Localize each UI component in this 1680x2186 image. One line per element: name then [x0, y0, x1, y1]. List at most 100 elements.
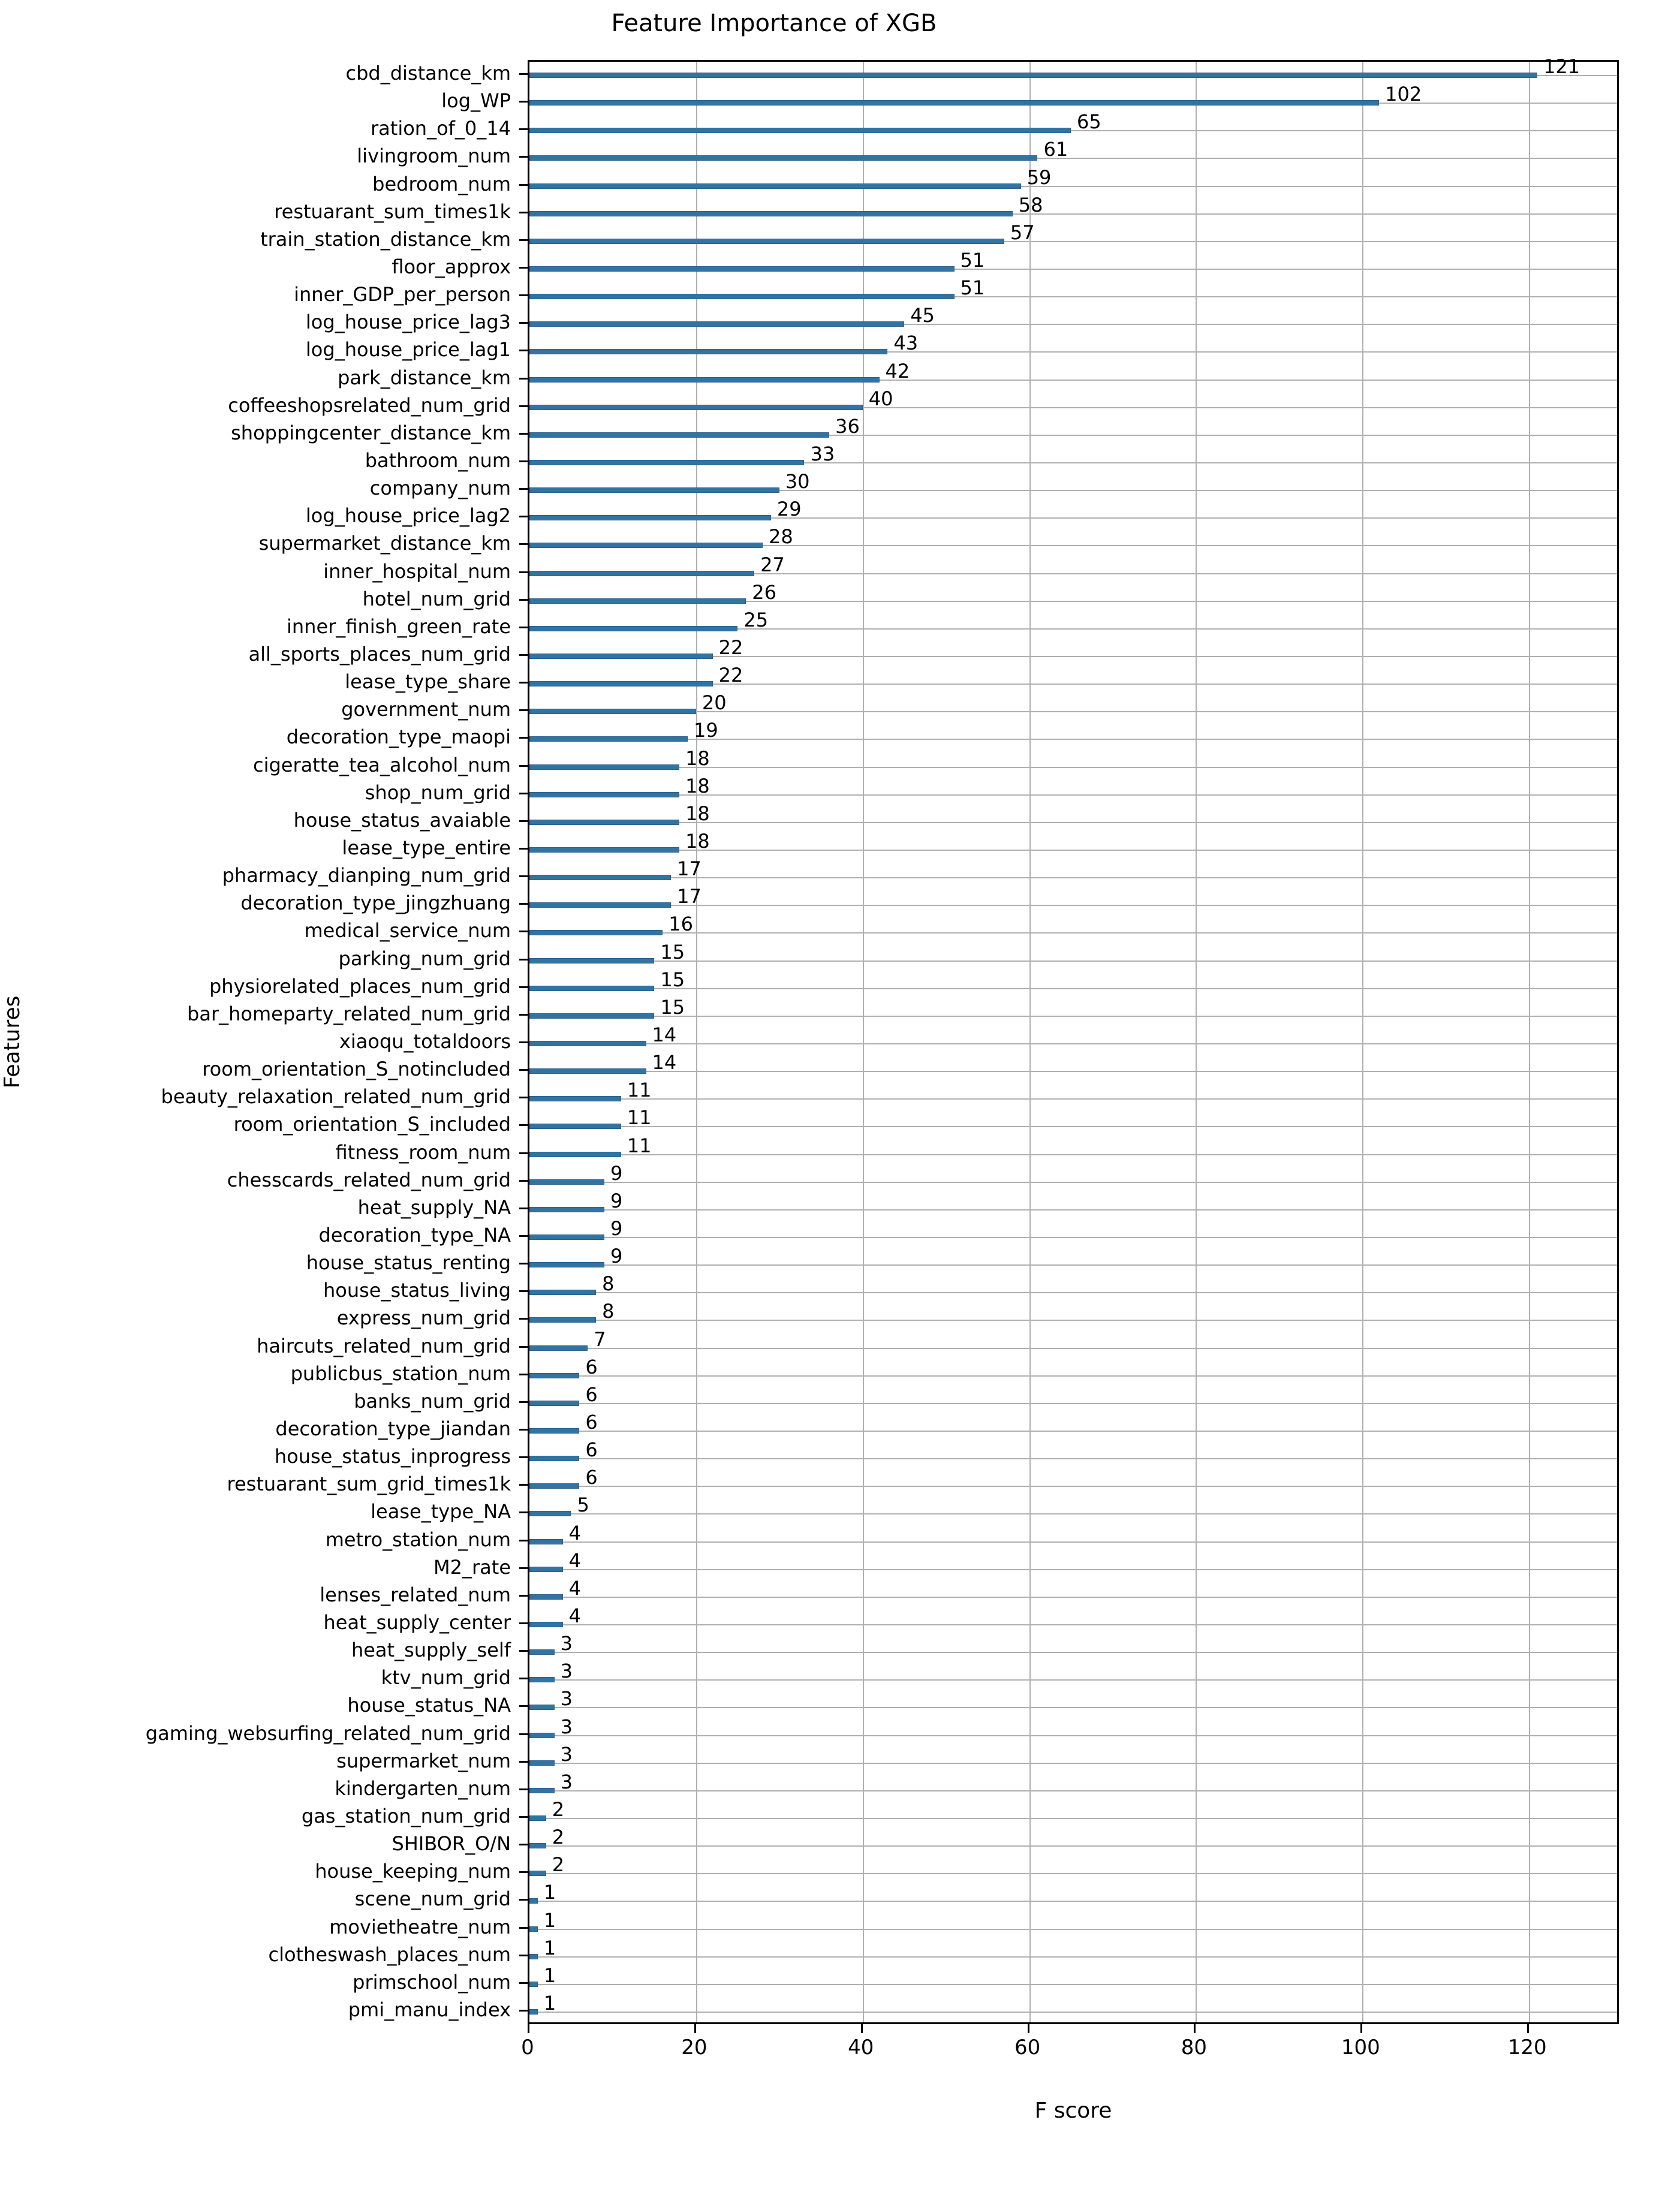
bar	[529, 1594, 563, 1600]
horizontal-gridline	[529, 1873, 1617, 1875]
y-tick-mark	[519, 958, 528, 960]
bar-value-label: 11	[627, 1134, 652, 1157]
y-tick-mark	[519, 1373, 528, 1375]
y-tick-label: gas_station_num_grid	[301, 1804, 511, 1827]
y-tick-mark	[519, 792, 528, 794]
bar-value-label: 18	[685, 774, 710, 797]
y-tick-mark	[519, 1954, 528, 1956]
bar	[529, 1400, 580, 1406]
bar-value-label: 11	[627, 1079, 652, 1102]
y-tick-mark	[519, 1152, 528, 1154]
y-tick-mark	[519, 350, 528, 352]
y-tick-label: log_house_price_lag2	[305, 504, 511, 528]
bar	[529, 128, 1071, 134]
y-tick-mark	[519, 1041, 528, 1043]
bar-value-label: 4	[568, 1604, 581, 1627]
bar	[529, 1953, 538, 1959]
bar-value-label: 6	[585, 1355, 598, 1378]
bar	[529, 1179, 605, 1185]
x-tick-label: 120	[1507, 2036, 1547, 2059]
y-tick-mark	[519, 654, 528, 657]
bar	[529, 625, 738, 631]
y-tick-label: SHIBOR_O/N	[392, 1832, 511, 1856]
horizontal-gridline	[529, 1015, 1617, 1017]
bar	[529, 791, 680, 797]
y-tick-mark	[519, 101, 528, 103]
y-tick-mark	[519, 1871, 528, 1874]
bar	[529, 957, 655, 963]
bar	[529, 73, 1538, 79]
y-tick-label: publicbus_station_num	[290, 1362, 511, 1385]
y-tick-label: livingroom_num	[357, 144, 511, 168]
chart-title-text: Feature Importance of XGB	[611, 10, 937, 37]
bar	[529, 1483, 580, 1489]
bar	[529, 460, 805, 466]
vertical-gridline	[1029, 62, 1031, 2022]
horizontal-gridline	[529, 1375, 1617, 1377]
y-tick-mark	[519, 903, 528, 905]
horizontal-gridline	[529, 1098, 1617, 1100]
bar	[529, 1511, 571, 1517]
y-tick-label: restuarant_sum_times1k	[274, 200, 511, 223]
y-tick-mark	[519, 211, 528, 213]
y-tick-mark	[519, 1844, 528, 1846]
bar	[529, 1898, 538, 1904]
bar	[529, 1124, 621, 1130]
horizontal-gridline	[529, 1541, 1617, 1543]
bar-value-label: 9	[610, 1217, 623, 1240]
y-axis-tick-labels: cbd_distance_km log_WP ration_of_0_14 livin…	[0, 60, 511, 2024]
y-tick-mark	[519, 183, 528, 186]
y-tick-label: supermarket_distance_km	[258, 532, 511, 555]
y-tick-mark	[519, 848, 528, 850]
y-tick-label: room_orientation_S_notincluded	[202, 1058, 511, 1081]
bar	[529, 487, 779, 493]
y-tick-mark	[519, 1678, 528, 1680]
bar	[529, 1151, 621, 1157]
bar-value-label: 9	[610, 1245, 623, 1268]
x-tick-label: 0	[521, 2036, 534, 2059]
bar-value-label: 6	[585, 1383, 598, 1406]
y-tick-label: park_distance_km	[338, 366, 511, 389]
bar-value-label: 1	[543, 1964, 556, 1987]
bar-value-label: 1	[543, 1881, 556, 1904]
y-tick-label: all_sports_places_num_grid	[248, 643, 511, 666]
bar-value-label: 15	[660, 968, 685, 991]
y-tick-label: movietheatre_num	[329, 1915, 511, 1938]
bar	[529, 432, 830, 438]
y-tick-label: shop_num_grid	[365, 781, 511, 804]
horizontal-gridline	[529, 1264, 1617, 1266]
bar-value-label: 61	[1043, 138, 1068, 161]
bar	[529, 1372, 580, 1378]
bar-value-label: 11	[627, 1106, 652, 1130]
y-tick-label: bedroom_num	[372, 172, 511, 195]
y-tick-mark	[519, 239, 528, 241]
y-tick-mark	[519, 1318, 528, 1320]
bar	[529, 1843, 546, 1849]
horizontal-gridline	[529, 1817, 1617, 1819]
x-tick-mark	[528, 2024, 529, 2033]
bar-value-label: 4	[568, 1549, 581, 1572]
bar-value-label: 15	[660, 995, 685, 1019]
y-tick-mark	[519, 128, 528, 131]
horizontal-gridline	[529, 2011, 1617, 2013]
bar	[529, 764, 680, 770]
bar-value-label: 3	[560, 1715, 573, 1738]
y-tick-label: floor_approx	[392, 255, 511, 279]
y-tick-mark	[519, 1539, 528, 1541]
y-tick-label: log_house_price_lag1	[305, 338, 511, 362]
bar	[529, 238, 1004, 244]
y-tick-mark	[519, 1815, 528, 1818]
bar	[529, 709, 696, 715]
horizontal-gridline	[529, 1901, 1617, 1902]
y-tick-label: lease_type_entire	[342, 836, 511, 859]
bar	[529, 654, 713, 660]
bar	[529, 349, 888, 355]
bar-value-label: 33	[810, 442, 835, 466]
bar-value-label: 17	[677, 857, 701, 881]
bar	[529, 1677, 555, 1683]
bar	[529, 1981, 538, 1987]
vertical-gridline	[1362, 62, 1364, 2022]
y-tick-label: lenses_related_num	[320, 1583, 511, 1606]
bar-value-label: 4	[568, 1576, 581, 1600]
horizontal-gridline	[529, 987, 1617, 989]
